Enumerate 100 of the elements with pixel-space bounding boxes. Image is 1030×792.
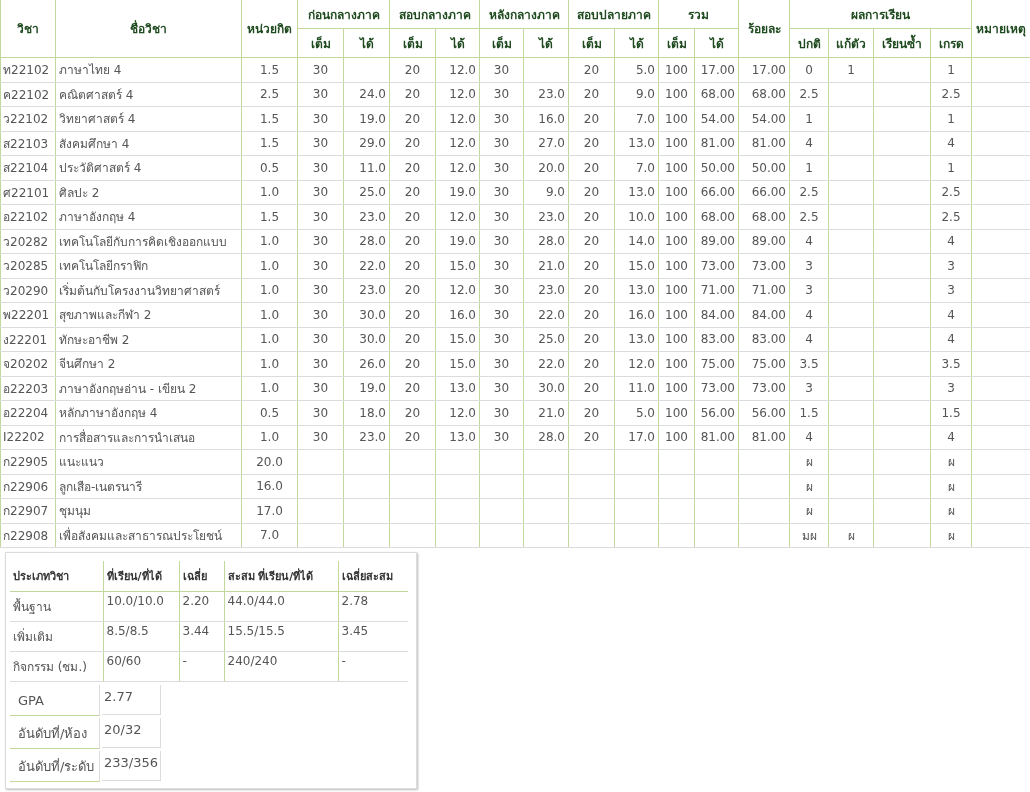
table-cell: 73.00 bbox=[694, 376, 739, 401]
table-cell: 30 bbox=[297, 180, 344, 205]
table-cell: 30 bbox=[479, 253, 524, 278]
table-cell: ก22907 bbox=[0, 498, 56, 523]
column-header: สอบกลางภาค bbox=[389, 0, 480, 29]
table-cell: 100 bbox=[658, 155, 695, 180]
table-cell: ว20285 bbox=[0, 253, 56, 278]
table-cell: 21.0 bbox=[523, 253, 569, 278]
table-cell: 16.0 bbox=[241, 474, 298, 499]
table-cell: ศิลปะ 2 bbox=[55, 180, 242, 205]
table-cell: หลักภาษาอังกฤษ 4 bbox=[55, 400, 242, 425]
table-cell: ผ bbox=[828, 523, 874, 548]
table-cell: 28.0 bbox=[343, 229, 390, 254]
table-cell: 30 bbox=[479, 327, 524, 352]
table-cell: 1.0 bbox=[241, 180, 298, 205]
table-cell: ประวัติศาสตร์ 4 bbox=[55, 155, 242, 180]
column-header: เต็ม bbox=[479, 28, 524, 58]
table-cell: 73.00 bbox=[738, 253, 790, 278]
table-cell: ภาษาอังกฤษอ่าน - เขียน 2 bbox=[55, 376, 242, 401]
table-cell: เพื่อสังคมและสาธารณประโยชน์ bbox=[55, 523, 242, 548]
table-cell: 20 bbox=[389, 278, 436, 303]
table-cell: 20 bbox=[568, 106, 615, 131]
table-cell: 1.0 bbox=[241, 278, 298, 303]
table-cell: 60/60 bbox=[103, 651, 179, 682]
table-cell: 13.0 bbox=[435, 425, 480, 450]
stat-value: 233/356 bbox=[102, 751, 161, 781]
table-cell: 20 bbox=[568, 253, 615, 278]
table-cell: 22.0 bbox=[343, 253, 390, 278]
table-cell: 16.0 bbox=[523, 106, 569, 131]
table-cell: 13.0 bbox=[614, 180, 659, 205]
table-cell: 1.0 bbox=[241, 253, 298, 278]
column-header: ร้อยละ bbox=[738, 0, 790, 58]
table-cell: คณิตศาสตร์ 4 bbox=[55, 82, 242, 107]
table-cell: 20 bbox=[389, 253, 436, 278]
table-cell: 2.20 bbox=[179, 591, 224, 622]
table-cell: 30 bbox=[479, 400, 524, 425]
table-cell: 2.5 bbox=[241, 82, 298, 107]
table-cell: 0.5 bbox=[241, 400, 298, 425]
table-cell: 20.0 bbox=[241, 449, 298, 474]
table-cell: 2.5 bbox=[789, 204, 829, 229]
table-cell: ส22104 bbox=[0, 155, 56, 180]
table-cell: 100 bbox=[658, 82, 695, 107]
table-cell: ภาษาอังกฤษ 4 bbox=[55, 204, 242, 229]
table-cell: 81.00 bbox=[738, 425, 790, 450]
column-header: ประเภทวิชา bbox=[10, 561, 103, 592]
table-cell: 3 bbox=[930, 253, 972, 278]
table-cell: 1.5 bbox=[241, 204, 298, 229]
table-cell: 30 bbox=[297, 376, 344, 401]
table-cell: 4 bbox=[930, 327, 972, 352]
table-cell: ศ22101 bbox=[0, 180, 56, 205]
table-cell: 7.0 bbox=[614, 106, 659, 131]
table-cell: 20 bbox=[389, 425, 436, 450]
table-cell: 100 bbox=[658, 106, 695, 131]
table-cell: - bbox=[338, 651, 408, 682]
table-cell: 12.0 bbox=[435, 155, 480, 180]
column-header: เต็ม bbox=[568, 28, 615, 58]
table-cell: ผ bbox=[930, 474, 972, 499]
table-cell: 66.00 bbox=[694, 180, 739, 205]
table-cell: อ22203 bbox=[0, 376, 56, 401]
table-cell: 21.0 bbox=[523, 400, 569, 425]
stat-value: 20/32 bbox=[102, 718, 161, 748]
table-cell: 10.0/10.0 bbox=[103, 591, 179, 622]
table-cell: 1 bbox=[789, 106, 829, 131]
table-cell: เพิ่มเติม bbox=[10, 621, 103, 652]
column-header: ปกติ bbox=[789, 28, 829, 58]
table-cell: จ20202 bbox=[0, 351, 56, 376]
table-cell: 4 bbox=[789, 131, 829, 156]
table-cell: 89.00 bbox=[694, 229, 739, 254]
table-cell: 30 bbox=[479, 180, 524, 205]
column-header: เต็ม bbox=[297, 28, 344, 58]
table-cell: 100 bbox=[658, 278, 695, 303]
table-cell: 30 bbox=[297, 400, 344, 425]
table-cell: 1.5 bbox=[241, 57, 298, 82]
table-cell: 5.0 bbox=[614, 400, 659, 425]
table-cell: 20 bbox=[568, 82, 615, 107]
table-cell: 73.00 bbox=[738, 376, 790, 401]
table-cell: 20 bbox=[389, 180, 436, 205]
column-header: แก้ตัว bbox=[828, 28, 874, 58]
table-cell: 17.0 bbox=[614, 425, 659, 450]
table-cell: 30 bbox=[297, 82, 344, 107]
table-cell: 100 bbox=[658, 57, 695, 82]
table-cell: 30 bbox=[479, 302, 524, 327]
table-cell: กิจกรรม (ชม.) bbox=[10, 651, 103, 682]
table-cell: ก22908 bbox=[0, 523, 56, 548]
table-cell: 30.0 bbox=[343, 302, 390, 327]
table-cell: 20 bbox=[568, 57, 615, 82]
column-header: ที่เรียน/ที่ได้ bbox=[103, 561, 179, 592]
table-cell: 20 bbox=[389, 57, 436, 82]
table-cell: 1 bbox=[789, 155, 829, 180]
table-cell: I22202 bbox=[0, 425, 56, 450]
table-cell: 12.0 bbox=[435, 57, 480, 82]
table-cell: - bbox=[179, 651, 224, 682]
table-cell: ชุมนุม bbox=[55, 498, 242, 523]
column-header: ได้ bbox=[435, 28, 480, 58]
table-cell: 7.0 bbox=[614, 155, 659, 180]
table-cell: ทักษะอาชีพ 2 bbox=[55, 327, 242, 352]
table-cell: 20 bbox=[568, 155, 615, 180]
table-cell: 1.0 bbox=[241, 302, 298, 327]
column-header: หลังกลางภาค bbox=[479, 0, 569, 29]
table-cell: 75.00 bbox=[738, 351, 790, 376]
